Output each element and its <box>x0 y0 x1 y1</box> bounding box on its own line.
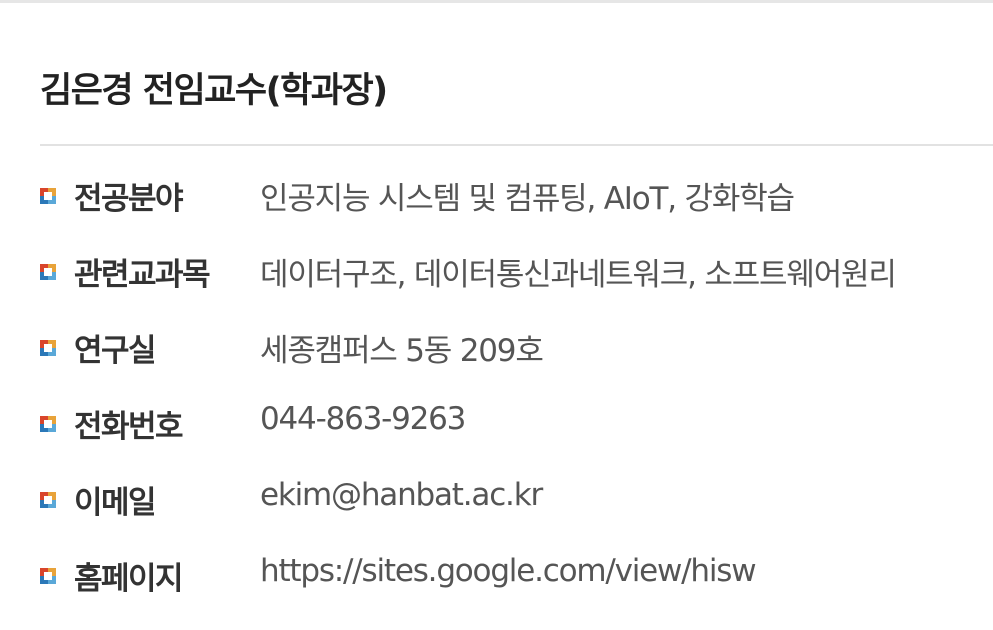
email-link[interactable]: ekim@hanbat.ac.kr <box>260 477 543 513</box>
info-label: 홈페이지 <box>74 561 184 597</box>
info-label: 이메일 <box>74 485 157 521</box>
top-divider <box>0 0 993 3</box>
profile-page: 김은경 전임교수(학과장) 전공분야 인공지능 시스템 및 컴퓨팅, AIoT,… <box>0 0 993 630</box>
square-bullet-icon <box>40 188 56 204</box>
info-label: 전공분야 <box>74 181 184 217</box>
title-divider <box>40 144 993 146</box>
square-bullet-icon <box>40 264 56 280</box>
square-bullet-icon <box>40 416 56 432</box>
info-label: 전화번호 <box>74 409 184 445</box>
square-bullet-icon <box>40 568 56 584</box>
info-value: 세종캠퍼스 5동 209호 <box>260 333 544 369</box>
square-bullet-icon <box>40 340 56 356</box>
info-label: 관련교과목 <box>74 257 211 293</box>
homepage-link[interactable]: https://sites.google.com/view/hisw <box>260 553 757 589</box>
square-bullet-icon <box>40 492 56 508</box>
phone-number[interactable]: 044-863-9263 <box>260 401 466 437</box>
info-label: 연구실 <box>74 333 157 369</box>
info-value: 데이터구조, 데이터통신과네트워크, 소프트웨어원리 <box>260 257 897 293</box>
info-value: 인공지능 시스템 및 컴퓨팅, AIoT, 강화학습 <box>260 181 795 217</box>
professor-name-title: 김은경 전임교수(학과장) <box>40 71 388 111</box>
